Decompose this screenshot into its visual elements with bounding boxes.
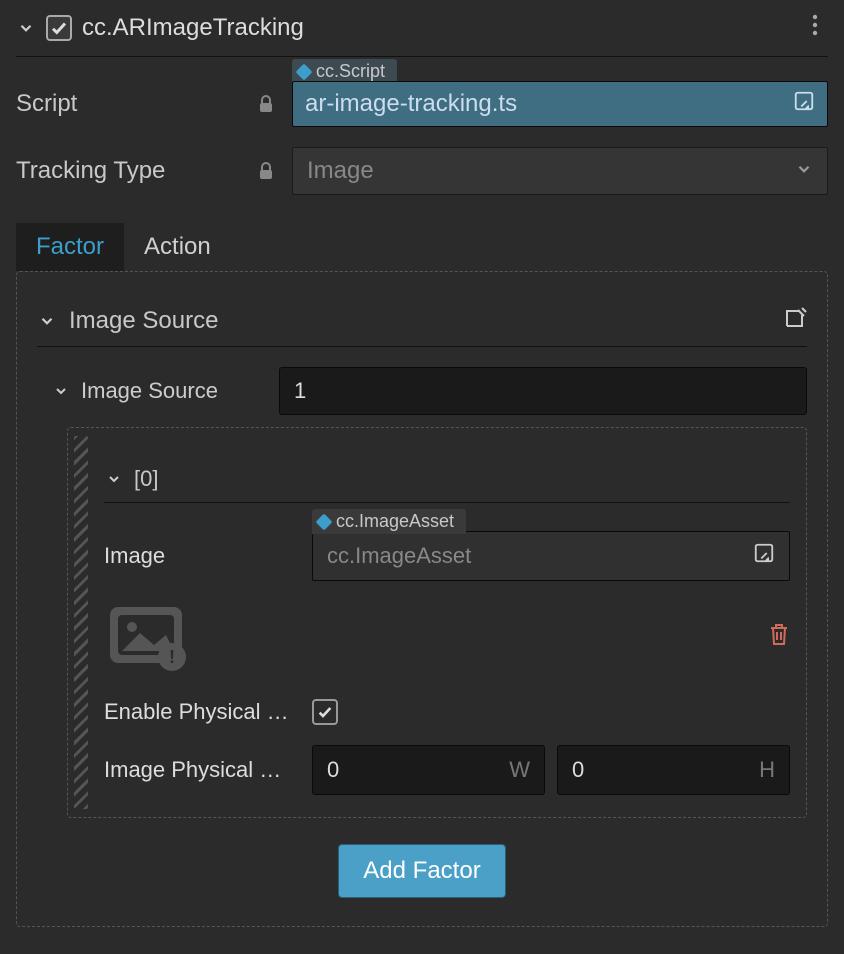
- enable-physical-label: Enable Physical …: [104, 699, 300, 725]
- add-factor-button[interactable]: Add Factor: [338, 844, 505, 898]
- script-row: Script cc.Script ar-image-tracking.ts: [16, 81, 828, 127]
- image-source-count-input[interactable]: [279, 367, 807, 415]
- image-asset-placeholder: cc.ImageAsset: [327, 543, 471, 569]
- tracking-type-label: Tracking Type: [16, 157, 240, 185]
- enabled-checkbox[interactable]: [46, 15, 72, 41]
- image-placeholder-icon: !: [104, 601, 194, 673]
- image-type-badge: cc.ImageAsset: [312, 509, 466, 534]
- component-title: cc.ARImageTracking: [82, 14, 798, 42]
- physical-size-label: Image Physical …: [104, 757, 300, 783]
- chevron-down-icon[interactable]: [51, 381, 71, 401]
- tab-action[interactable]: Action: [124, 223, 231, 271]
- width-suffix: W: [509, 757, 530, 783]
- lock-icon: [252, 161, 280, 181]
- image-label: Image: [104, 543, 300, 569]
- physical-height-input[interactable]: 0 H: [557, 745, 790, 795]
- image-source-section-label: Image Source: [69, 307, 218, 335]
- delete-icon[interactable]: [768, 622, 790, 652]
- chevron-down-icon: [795, 157, 813, 185]
- tracking-type-value: Image: [307, 157, 374, 185]
- physical-width-input[interactable]: 0 W: [312, 745, 545, 795]
- svg-text:!: !: [169, 647, 175, 667]
- enable-physical-checkbox[interactable]: [312, 699, 338, 725]
- image-source-item-0: [0] Image cc.ImageAsset cc.ImageAsset: [67, 427, 807, 818]
- component-header: cc.ARImageTracking: [16, 14, 828, 57]
- component-panel: cc.ARImageTracking Script cc.Script ar-i…: [0, 0, 844, 927]
- item-index-label: [0]: [134, 466, 158, 492]
- drag-handle[interactable]: [74, 436, 88, 809]
- image-asset-row: Image cc.ImageAsset cc.ImageAsset: [104, 531, 790, 581]
- more-menu-icon[interactable]: [808, 14, 828, 42]
- factor-container: Image Source Image Source: [16, 271, 828, 927]
- image-badge-text: cc.ImageAsset: [336, 511, 454, 532]
- height-suffix: H: [759, 757, 775, 783]
- chevron-down-icon[interactable]: [104, 469, 124, 489]
- tracking-type-select[interactable]: Image: [292, 147, 828, 195]
- collapse-chevron-icon[interactable]: [16, 18, 36, 38]
- script-label: Script: [16, 90, 240, 118]
- asset-picker-icon[interactable]: [793, 90, 815, 119]
- tab-factor[interactable]: Factor: [16, 223, 124, 271]
- image-preview-row: !: [104, 601, 790, 673]
- chevron-down-icon[interactable]: [37, 311, 57, 331]
- script-asset-field[interactable]: ar-image-tracking.ts: [292, 81, 828, 127]
- image-source-section-head: Image Source: [37, 294, 807, 347]
- image-asset-field[interactable]: cc.ImageAsset: [312, 531, 790, 581]
- tab-bar: Factor Action: [16, 223, 828, 271]
- script-badge-text: cc.Script: [316, 61, 385, 82]
- lock-icon: [252, 94, 280, 114]
- enable-physical-row: Enable Physical …: [104, 699, 790, 725]
- asset-picker-icon[interactable]: [753, 542, 775, 570]
- physical-height-value: 0: [572, 757, 584, 783]
- script-asset-value: ar-image-tracking.ts: [305, 90, 517, 118]
- image-source-count-row: Image Source: [51, 367, 807, 415]
- physical-size-row: Image Physical … 0 W 0 H: [104, 745, 790, 795]
- tracking-type-row: Tracking Type Image: [16, 147, 828, 195]
- edit-icon[interactable]: [783, 306, 807, 336]
- item-index-row: [0]: [104, 456, 790, 503]
- physical-width-value: 0: [327, 757, 339, 783]
- diamond-icon: [296, 63, 313, 80]
- diamond-icon: [316, 513, 333, 530]
- image-source-list-label: Image Source: [81, 378, 218, 404]
